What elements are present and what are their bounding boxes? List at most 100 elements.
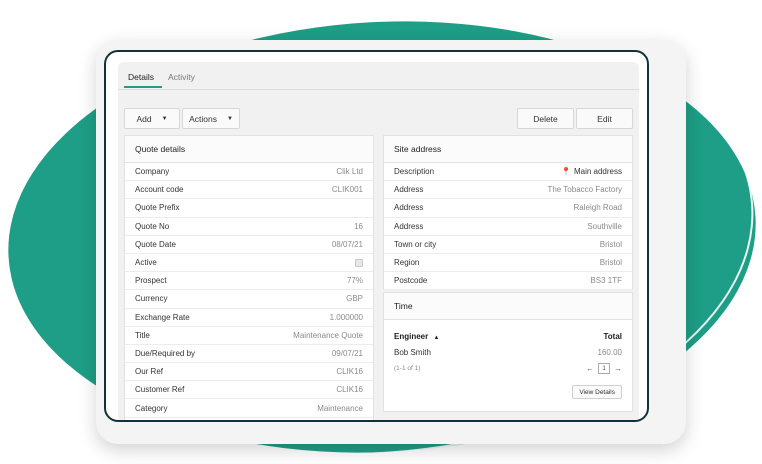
arrow-right-icon[interactable]: → <box>614 364 622 373</box>
map-pin-icon: 📍 <box>561 167 571 177</box>
edit-button[interactable]: Edit <box>576 108 633 129</box>
site-address-row: Description 📍 Main address <box>384 163 632 182</box>
caret-down-icon: ▼ <box>161 115 168 122</box>
time-title: Time <box>384 293 632 320</box>
caret-down-icon: ▼ <box>226 115 233 122</box>
field-value: Maintenance <box>317 403 363 413</box>
tab-bar: Details Activity <box>118 62 639 90</box>
field-label: Due/Required by <box>135 348 196 358</box>
field-value: 08/07/21 <box>331 239 363 249</box>
field-value: CLIK16 <box>336 367 363 377</box>
quote-detail-row: Active <box>125 254 373 273</box>
quote-detail-row: Currency GBP <box>125 290 373 309</box>
site-address-row: Address The Tobacco Factory <box>384 181 632 200</box>
field-value: Maintenance Quote <box>293 330 363 340</box>
field-label: Region <box>394 258 420 268</box>
site-address-title: Site address <box>384 136 632 163</box>
field-value: BS3 1TF <box>590 276 622 286</box>
field-label: Postcode <box>394 276 428 286</box>
site-address-list: Description 📍 Main address Address The Tobac… <box>384 163 632 291</box>
quote-detail-row: Account code CLIK001 <box>125 181 373 200</box>
add-button-label: Add <box>136 113 152 124</box>
field-label: Currency <box>135 294 168 304</box>
field-label: Address <box>394 203 424 213</box>
engineer-header-label: Engineer <box>394 332 429 341</box>
field-value: Clik Ltd <box>336 167 363 177</box>
field-label: Title <box>135 330 150 340</box>
field-value: CLIK16 <box>336 385 363 395</box>
quote-detail-row: Customer Ref CLIK16 <box>125 381 373 400</box>
actions-button-label: Actions <box>189 113 217 124</box>
site-address-row: Postcode BS3 1TF <box>384 272 632 291</box>
engineer-total: 160.00 <box>597 348 622 357</box>
field-label: Quote Prefix <box>135 203 180 213</box>
edit-button-label: Edit <box>597 113 612 124</box>
active-tab-indicator <box>124 86 162 88</box>
page-number[interactable]: 1 <box>598 363 610 374</box>
quote-detail-row: Prospect 77% <box>125 272 373 291</box>
quote-details-list: Company Clik Ltd Account code CLIK001 Quote … <box>125 163 373 418</box>
caret-up-icon: ▲ <box>433 335 440 341</box>
quote-detail-row: Our Ref CLIK16 <box>125 363 373 382</box>
quote-detail-row: Title Maintenance Quote <box>125 327 373 345</box>
field-value: 77% <box>346 276 363 286</box>
pager-controls: ← 1 → <box>586 363 622 374</box>
site-address-panel: Site address Description 📍 Main address Add… <box>383 135 633 291</box>
quote-detail-row: Quote Prefix <box>125 199 373 218</box>
field-label: Customer Ref <box>135 385 185 395</box>
quote-detail-row: Category Maintenance <box>125 399 373 418</box>
pager-count: (1-1 of 1) <box>394 365 421 372</box>
delete-button-label: Delete <box>533 113 558 124</box>
delete-button[interactable]: Delete <box>517 108 574 129</box>
field-label: Address <box>394 221 424 231</box>
time-table: Engineer ▲ Total Bob Smith 160.00 (1-1 o… <box>384 332 632 374</box>
field-value: Bristol <box>599 239 622 249</box>
site-address-row: Address Raleigh Road <box>384 199 632 218</box>
arrow-left-icon[interactable]: ← <box>586 364 594 373</box>
site-address-row: Region Bristol <box>384 254 632 273</box>
field-value: Southville <box>587 221 622 231</box>
tab-details[interactable]: Details <box>128 72 154 82</box>
quote-details-panel: Quote details Company Clik Ltd Account cod… <box>124 135 374 420</box>
tablet-screen: Details Activity Add ▼ Actions ▼ Delete … <box>104 50 649 422</box>
field-label: Address <box>394 185 424 195</box>
actions-button[interactable]: Actions ▼ <box>182 108 240 129</box>
field-label: Prospect <box>135 276 167 286</box>
quote-detail-row: Company Clik Ltd <box>125 163 373 182</box>
field-label: Category <box>135 403 168 413</box>
field-value: The Tobacco Factory <box>547 185 622 195</box>
quote-detail-row: Due/Required by 09/07/21 <box>125 345 373 364</box>
add-button[interactable]: Add ▼ <box>124 108 180 129</box>
engineer-column-header[interactable]: Engineer ▲ <box>394 332 439 341</box>
field-value: GBP <box>346 294 363 304</box>
pagination: (1-1 of 1) ← 1 → <box>394 363 622 374</box>
field-label: Account code <box>135 185 184 195</box>
field-label: Our Ref <box>135 367 164 377</box>
field-value: 1.000000 <box>329 312 363 322</box>
field-label: Exchange Rate <box>135 312 190 322</box>
table-row[interactable]: Bob Smith 160.00 <box>394 348 622 357</box>
site-address-row: Town or city Bristol <box>384 236 632 254</box>
total-column-header: Total <box>603 332 622 341</box>
quote-detail-row: Exchange Rate 1.000000 <box>125 309 373 327</box>
field-label: Town or city <box>394 239 437 249</box>
field-label: Description <box>394 167 435 177</box>
field-label: Quote No <box>135 221 170 231</box>
field-label: Active <box>135 258 157 268</box>
quote-app: Details Activity Add ▼ Actions ▼ Delete … <box>118 62 639 420</box>
active-checkbox <box>355 258 363 267</box>
field-value: CLIK001 <box>331 185 363 195</box>
tab-activity[interactable]: Activity <box>168 72 195 82</box>
quote-details-title: Quote details <box>125 136 373 163</box>
field-value: Raleigh Road <box>573 203 622 213</box>
field-value: Bristol <box>599 258 622 268</box>
engineer-name: Bob Smith <box>394 348 431 357</box>
quote-detail-row: Quote No 16 <box>125 218 373 236</box>
field-value: Main address <box>573 167 622 177</box>
field-label: Company <box>135 167 170 177</box>
view-details-button[interactable]: View Details <box>572 385 622 399</box>
field-value: 09/07/21 <box>331 348 363 358</box>
time-panel: Time Engineer ▲ Total Bob Smith 160.00 (… <box>383 292 633 412</box>
field-label: Quote Date <box>135 239 176 249</box>
field-value: 16 <box>354 221 363 231</box>
